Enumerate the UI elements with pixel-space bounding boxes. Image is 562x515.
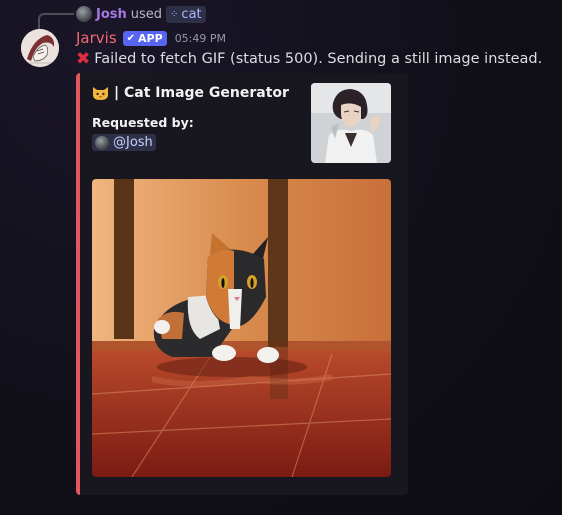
app-badge-label: APP <box>138 31 163 45</box>
mention-text: @Josh <box>113 135 153 150</box>
author-avatar[interactable] <box>21 29 59 67</box>
message-content: ✖ Failed to fetch GIF (status 500). Send… <box>76 49 542 69</box>
author-name[interactable]: Jarvis <box>76 29 117 47</box>
embed-card: | Cat Image Generator Requested by: @Jos… <box>76 73 408 495</box>
reply-context[interactable]: Josh used ⁘ cat <box>76 5 206 23</box>
reply-connector <box>38 13 74 31</box>
embed-field-name: Requested by: <box>92 115 194 130</box>
reply-username[interactable]: Josh <box>96 7 127 22</box>
mention-avatar <box>95 135 109 150</box>
reply-used-text: used <box>130 6 163 22</box>
verified-check-icon: ✔ <box>126 32 136 44</box>
user-mention[interactable]: @Josh <box>92 134 156 151</box>
embed-image[interactable] <box>92 179 391 477</box>
message-header: Jarvis ✔ APP 05:49 PM <box>76 28 226 48</box>
slash-command-chip[interactable]: ⁘ cat <box>166 5 206 23</box>
message-text: Failed to fetch GIF (status 500). Sendin… <box>94 51 543 67</box>
reply-avatar[interactable] <box>76 6 92 22</box>
cat-face-emoji-icon <box>92 86 109 101</box>
slash-command-name: cat <box>181 6 202 22</box>
embed-thumbnail[interactable] <box>311 83 391 163</box>
message-timestamp[interactable]: 05:49 PM <box>175 32 226 45</box>
cross-mark-icon: ✖ <box>76 48 91 69</box>
slash-command-icon: ⁘ <box>170 8 179 20</box>
embed-title: | Cat Image Generator <box>92 85 289 101</box>
app-badge: ✔ APP <box>122 30 167 46</box>
embed-title-text: | Cat Image Generator <box>114 85 289 101</box>
